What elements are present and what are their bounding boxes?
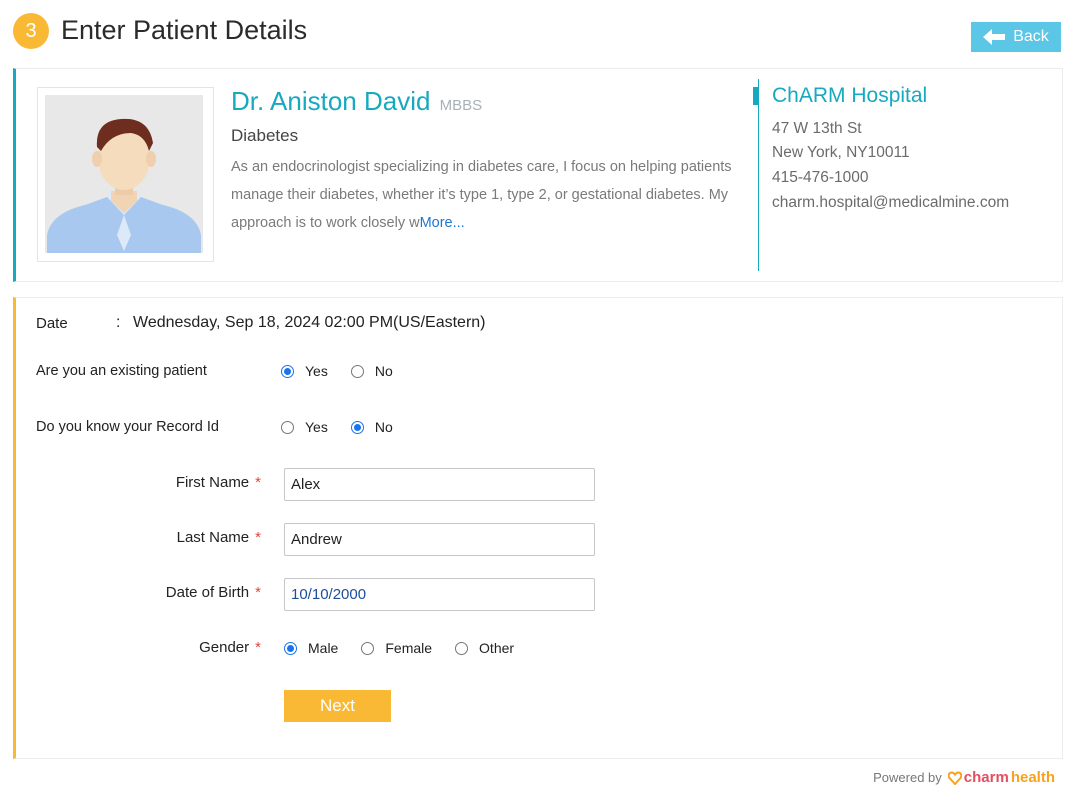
date-label: Date	[36, 315, 68, 332]
required-mark: *	[255, 584, 261, 601]
back-button-label: Back	[1013, 28, 1049, 45]
radio-button[interactable]	[361, 641, 375, 655]
radio-label: Yes	[305, 419, 328, 435]
radio-label: Male	[308, 640, 339, 656]
last-name-label-text: Last Name	[176, 529, 250, 546]
hospital-marker	[753, 87, 759, 105]
brand-part2: health	[1010, 769, 1055, 786]
gender-radio-group: Male Female Other	[284, 640, 514, 656]
appointment-date: Wednesday, Sep 18, 2024 02:00 PM(US/East…	[133, 314, 486, 331]
gender-male[interactable]: Male	[284, 640, 338, 656]
radio-button[interactable]	[284, 641, 297, 655]
doctor-photo	[37, 87, 214, 262]
patient-form: Date : Wednesday, Sep 18, 2024 02:00 PM(…	[13, 297, 1063, 759]
back-button[interactable]: Back	[971, 22, 1061, 52]
first-name-label-text: First Name	[175, 474, 250, 491]
first-name-label: First Name *	[21, 474, 261, 491]
radio-button[interactable]	[281, 420, 294, 434]
last-name-field[interactable]	[284, 523, 595, 556]
radio-label: No	[374, 363, 393, 379]
record-id-label: Do you know your Record Id	[36, 419, 219, 435]
radio-button[interactable]	[350, 420, 364, 434]
radio-button[interactable]	[455, 641, 469, 655]
gender-label: Gender *	[21, 639, 261, 656]
arrow-left-icon	[983, 29, 1006, 45]
doctor-avatar-icon	[45, 95, 203, 253]
radio-label: No	[374, 419, 393, 435]
first-name-field[interactable]	[284, 468, 595, 501]
doctor-specialty: Diabetes	[231, 126, 299, 145]
hospital-address-line1: 47 W 13th St	[772, 120, 862, 137]
radio-button[interactable]	[281, 364, 294, 378]
existing-patient-no[interactable]: No	[350, 363, 393, 379]
gender-female[interactable]: Female	[361, 640, 432, 656]
radio-label: Yes	[305, 363, 328, 379]
doctor-name: Dr. Aniston David MBBS	[231, 86, 482, 121]
existing-patient-label: Are you an existing patient	[36, 363, 207, 379]
doctor-degree: MBBS	[439, 97, 483, 114]
required-mark: *	[255, 474, 261, 491]
record-id-no[interactable]: No	[350, 419, 393, 435]
existing-patient-yes[interactable]: Yes	[281, 363, 328, 379]
hospital-address-line2: New York, NY10011	[772, 144, 910, 161]
powered-by-text: Powered by	[873, 770, 942, 785]
last-name-label: Last Name *	[21, 529, 261, 546]
hospital-phone: 415-476-1000	[772, 169, 869, 186]
doctor-bio-text: As an endocrinologist specializing in di…	[231, 159, 732, 231]
doctor-name-text: Dr. Aniston David	[231, 86, 431, 116]
gender-other[interactable]: Other	[455, 640, 514, 656]
dob-field[interactable]	[284, 578, 595, 611]
record-id-radio-group: Yes No	[281, 419, 393, 435]
hospital-divider	[758, 79, 759, 271]
dob-label: Date of Birth *	[21, 584, 261, 601]
brand-part1: charm	[963, 769, 1009, 786]
record-id-yes[interactable]: Yes	[281, 419, 328, 435]
gender-label-text: Gender	[199, 639, 250, 656]
hospital-name: ChARM Hospital	[772, 84, 928, 107]
doctor-bio: As an endocrinologist specializing in di…	[231, 153, 746, 237]
charmhealth-logo[interactable]: charm health	[947, 769, 1055, 786]
page-title: Enter Patient Details	[61, 15, 308, 45]
existing-patient-radio-group: Yes No	[281, 363, 393, 379]
dob-label-text: Date of Birth	[165, 584, 250, 601]
radio-label: Female	[385, 640, 433, 656]
footer: Powered by charm health	[873, 769, 1055, 786]
required-mark: *	[255, 639, 261, 656]
date-colon: :	[116, 314, 121, 331]
radio-button[interactable]	[350, 364, 364, 378]
hospital-email: charm.hospital@medicalmine.com	[772, 194, 1010, 211]
more-link[interactable]: More...	[420, 215, 465, 231]
radio-label: Other	[479, 640, 515, 656]
required-mark: *	[255, 529, 261, 546]
charmhealth-heart-icon	[947, 771, 962, 785]
doctor-card: Dr. Aniston David MBBS Diabetes As an en…	[13, 68, 1063, 282]
step-number-badge: 3	[13, 13, 49, 49]
next-button[interactable]: Next	[284, 690, 391, 722]
